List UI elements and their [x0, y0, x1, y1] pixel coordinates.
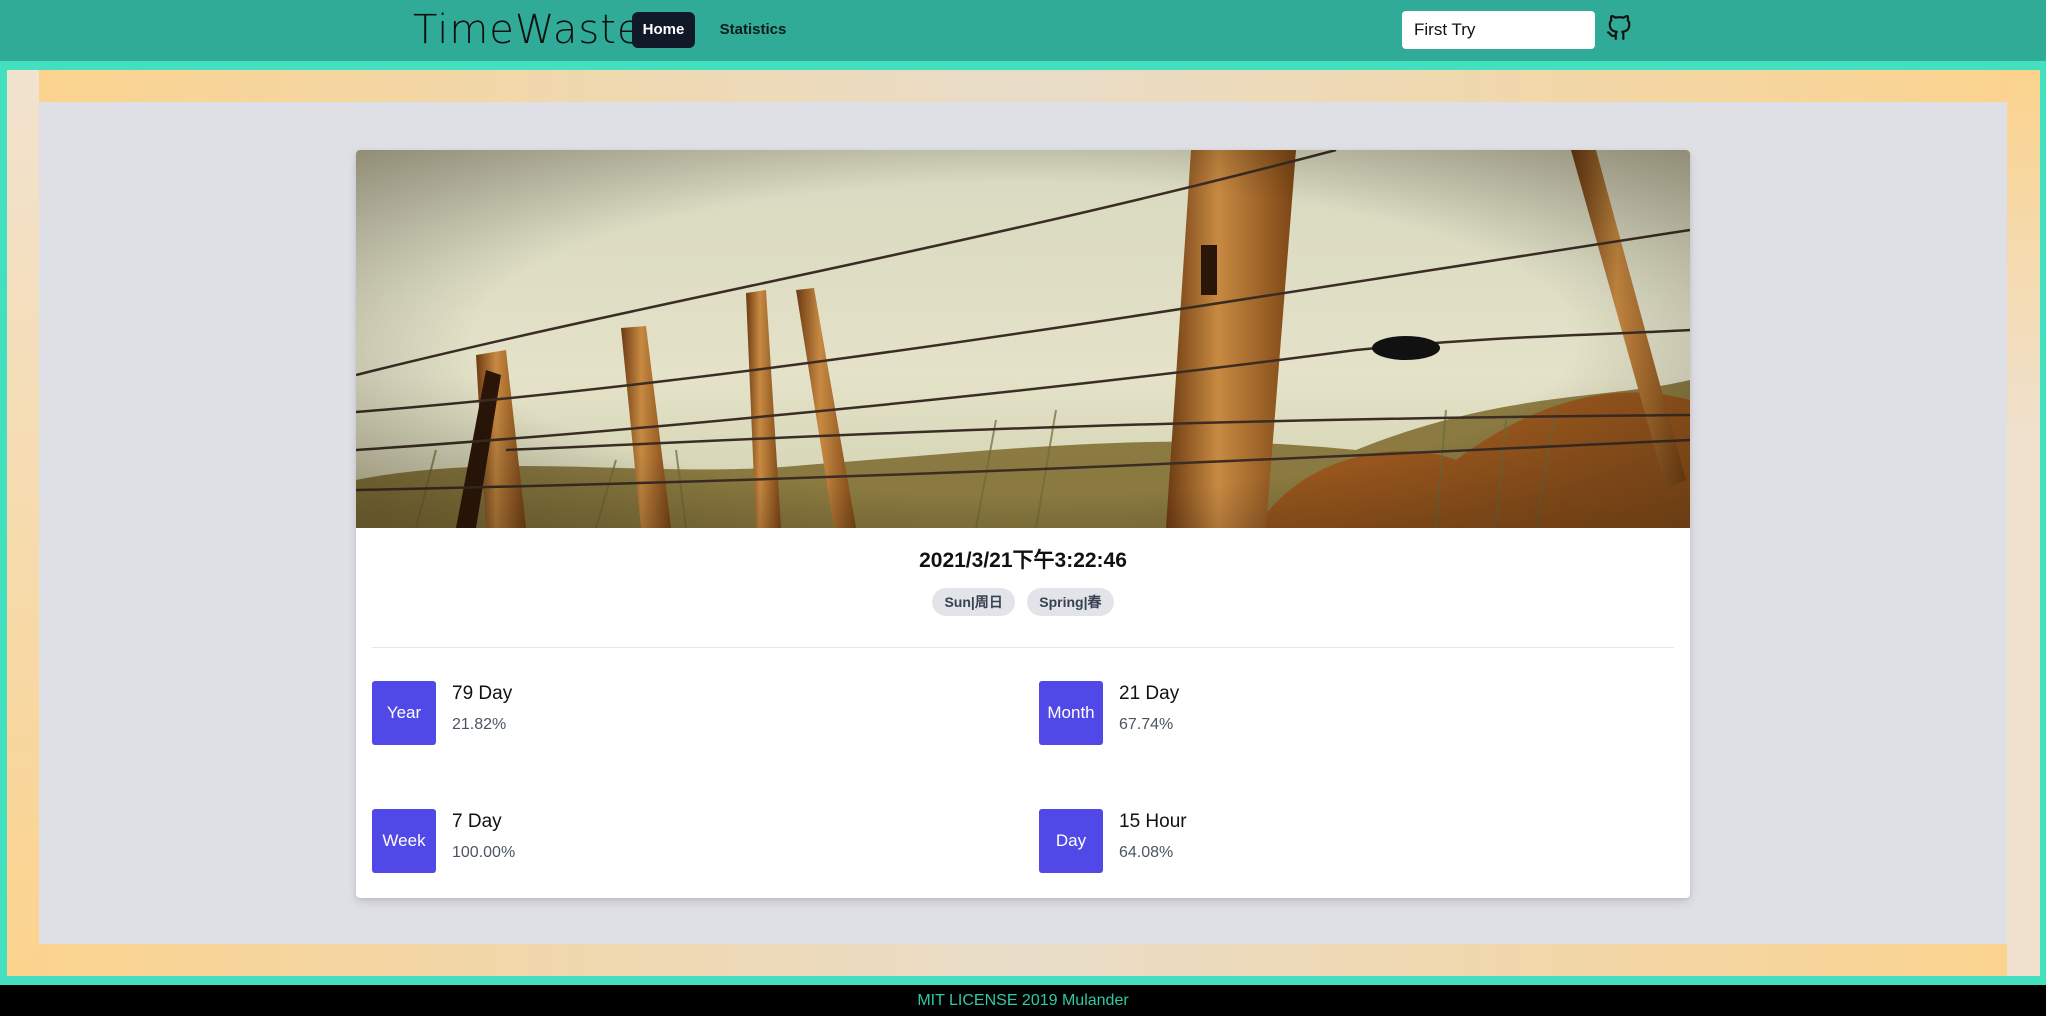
week-percent: 100.00% [452, 844, 516, 861]
app-logo[interactable]: TimeWaster [413, 6, 660, 54]
week-value: 7 Day [452, 811, 502, 832]
hero-image [356, 150, 1690, 528]
month-value: 21 Day [1119, 683, 1180, 704]
footer-license-text: MIT LICENSE 2019 Mulander [917, 992, 1129, 1009]
stat-month: Month 21 Day 67.74% [1039, 681, 1639, 745]
day-percent: 64.08% [1119, 844, 1174, 861]
year-value: 79 Day [452, 683, 513, 704]
nav-statistics-button[interactable]: Statistics [714, 12, 792, 48]
github-link[interactable] [1606, 15, 1632, 41]
github-icon [1607, 15, 1631, 40]
day-badge: Day [1039, 809, 1103, 873]
season-tag: Spring|春 [1027, 588, 1114, 616]
frame-edge-right [2007, 70, 2040, 976]
divider [372, 647, 1674, 648]
tag-row: Sun|周日 Spring|春 [356, 588, 1690, 616]
week-badge: Week [372, 809, 436, 873]
stat-week: Week 7 Day 100.00% [372, 809, 972, 873]
weekday-tag: Sun|周日 [932, 588, 1015, 616]
frame-edge-left [7, 70, 39, 976]
navbar: TimeWaster Home Statistics [0, 0, 2046, 61]
month-percent: 67.74% [1119, 716, 1174, 733]
year-badge: Year [372, 681, 436, 745]
search-input[interactable] [1402, 11, 1595, 49]
year-percent: 21.82% [452, 716, 507, 733]
nav-home-button[interactable]: Home [632, 12, 695, 48]
month-badge: Month [1039, 681, 1103, 745]
footer: MIT LICENSE 2019 Mulander [0, 985, 2046, 1016]
current-datetime: 2021/3/21下午3:22:46 [919, 549, 1127, 572]
stat-day: Day 15 Hour 64.08% [1039, 809, 1639, 873]
day-value: 15 Hour [1119, 811, 1187, 832]
time-card: 2021/3/21下午3:22:46 Sun|周日 Spring|春 Year … [356, 150, 1690, 898]
stat-year: Year 79 Day 21.82% [372, 681, 972, 745]
